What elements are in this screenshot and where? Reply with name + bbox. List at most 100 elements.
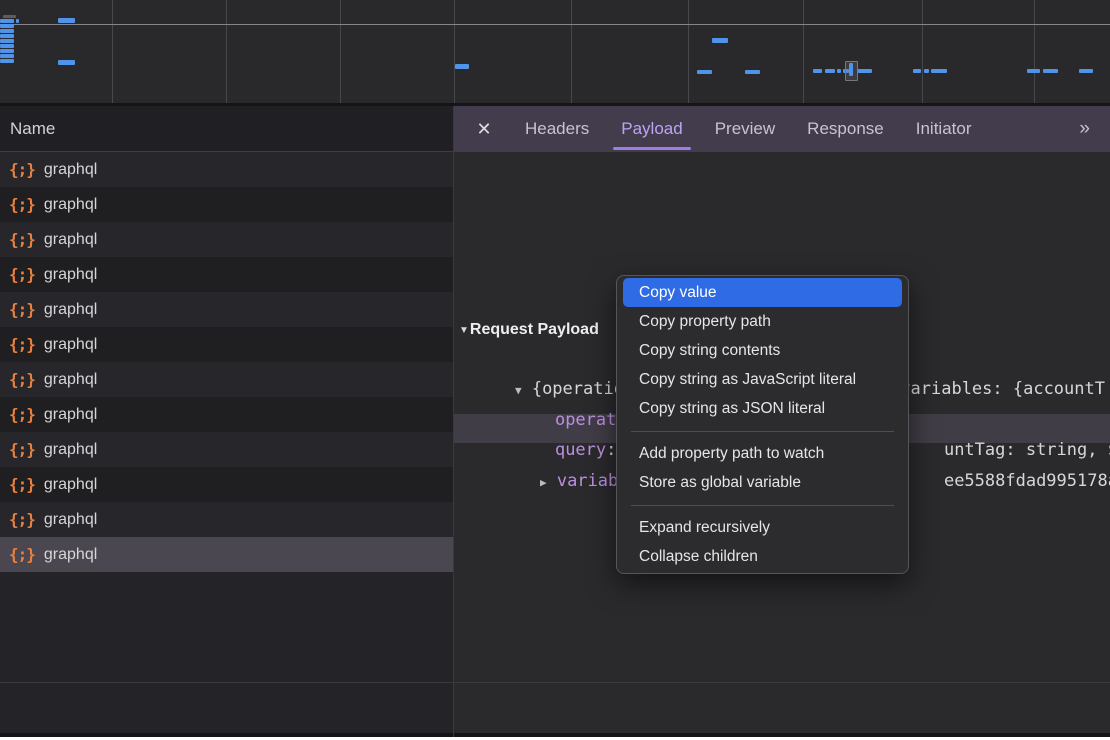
request-name: graphql [44,406,97,424]
section-collapse-icon[interactable]: ▼ [459,325,469,336]
request-name: graphql [44,301,97,319]
menu-item-expand-recursively[interactable]: Expand recursively [623,513,902,542]
request-timing-bar [931,69,947,73]
request-timing-bar [16,19,19,23]
request-name: graphql [44,266,97,284]
request-timing-bar [0,19,14,23]
request-timing-bar [0,29,14,33]
name-column-label: Name [0,119,55,139]
tab-initiator[interactable]: Initiator [916,106,972,152]
overview-gray-bar [3,15,16,18]
menu-item-copy-string-contents[interactable]: Copy string contents [623,336,902,365]
json-braces-icon: {;} [0,545,44,564]
request-name: graphql [44,336,97,354]
overview-grid-line [340,0,341,103]
menu-item-copy-property-path[interactable]: Copy property path [623,307,902,336]
overview-grid-line [922,0,923,103]
request-timing-bar [0,39,14,43]
request-row[interactable]: {;}graphql [0,432,453,467]
menu-item-copy-value[interactable]: Copy value [623,278,902,307]
json-braces-icon: {;} [0,510,44,529]
menu-item-add-property-path-to-watch[interactable]: Add property path to watch [623,439,902,468]
overview-grid-line [688,0,689,103]
json-braces-icon: {;} [0,405,44,424]
overview-grid-line [571,0,572,103]
property-value-query-right: untTag: string, $f [903,417,1110,439]
name-column-header[interactable]: Name [0,106,453,152]
request-list: {;}graphql{;}graphql{;}graphql{;}graphql… [0,152,453,737]
json-braces-icon: {;} [0,195,44,214]
json-braces-icon: {;} [0,335,44,354]
json-braces-icon: {;} [0,370,44,389]
menu-item-copy-string-as-json-literal[interactable]: Copy string as JSON literal [623,394,902,423]
request-timing-bar [0,59,14,63]
selected-request-bar [849,63,853,76]
request-name: graphql [44,231,97,249]
json-braces-icon: {;} [0,475,44,494]
request-name: graphql [44,511,97,529]
request-row[interactable]: {;}graphql [0,257,453,292]
section-title: Request Payload [470,321,599,339]
request-name: graphql [44,161,97,179]
request-row[interactable]: {;}graphql [0,222,453,257]
json-braces-icon: {;} [0,230,44,249]
request-row[interactable]: {;}graphql [0,537,453,572]
request-row[interactable]: {;}graphql [0,152,453,187]
menu-item-store-as-global-variable[interactable]: Store as global variable [623,468,902,497]
close-icon[interactable]: ✕ [469,119,499,140]
overview-grid-line [112,0,113,103]
request-name: graphql [44,196,97,214]
request-timing-bar [813,69,822,73]
expand-triangle-icon[interactable]: ▶ [540,476,547,489]
request-timing-bar [745,70,760,74]
request-timing-bar [58,18,75,23]
overview-grid-line [226,0,227,103]
request-row[interactable]: {;}graphql [0,362,453,397]
overview-grid-line [803,0,804,103]
request-row[interactable]: {;}graphql [0,187,453,222]
request-timing-bar [1043,69,1058,73]
request-timing-bar [0,54,14,58]
network-overview-timeline[interactable] [0,0,1110,103]
json-braces-icon: {;} [0,265,44,284]
selected-tab-underline [613,147,690,150]
request-timing-bar [924,69,929,73]
request-timing-bar [697,70,712,74]
tab-preview[interactable]: Preview [715,106,775,152]
request-name: graphql [44,371,97,389]
context-menu: Copy valueCopy property pathCopy string … [616,275,909,574]
json-braces-icon: {;} [0,160,44,179]
tab-strip: ✕ Headers Payload Preview Response Initiator… [453,106,1110,152]
request-row[interactable]: {;}graphql [0,502,453,537]
request-timing-bar [58,60,75,65]
request-timing-bar [0,34,14,38]
menu-item-collapse-children[interactable]: Collapse children [623,542,902,571]
request-timing-bar [0,24,14,28]
overview-divider-line [0,24,1110,25]
request-row[interactable]: {;}graphql [0,397,453,432]
request-name: graphql [44,546,97,564]
property-value-variables-right: ee5588fdad995178a0 [903,448,1110,470]
request-name: graphql [44,441,97,459]
tab-payload[interactable]: Payload [621,106,682,152]
request-timing-bar [837,69,841,73]
request-timing-bar [455,64,469,69]
request-row[interactable]: {;}graphql [0,467,453,502]
request-timing-bar [712,38,728,43]
request-timing-bar [913,69,921,73]
tab-response[interactable]: Response [807,106,884,152]
request-row[interactable]: {;}graphql [0,327,453,362]
request-row[interactable]: {;}graphql [0,292,453,327]
request-timing-bar [1079,69,1093,73]
menu-separator [631,505,894,506]
json-braces-icon: {;} [0,300,44,319]
overview-grid-line [1034,0,1035,103]
request-timing-bar [0,44,14,48]
request-timing-bar [825,69,835,73]
overview-grid-line [454,0,455,103]
more-tabs-icon[interactable]: » [1079,118,1110,140]
request-timing-bar [1027,69,1040,73]
panel-divider[interactable] [453,106,454,737]
menu-item-copy-string-as-javascript-literal[interactable]: Copy string as JavaScript literal [623,365,902,394]
tab-headers[interactable]: Headers [525,106,589,152]
